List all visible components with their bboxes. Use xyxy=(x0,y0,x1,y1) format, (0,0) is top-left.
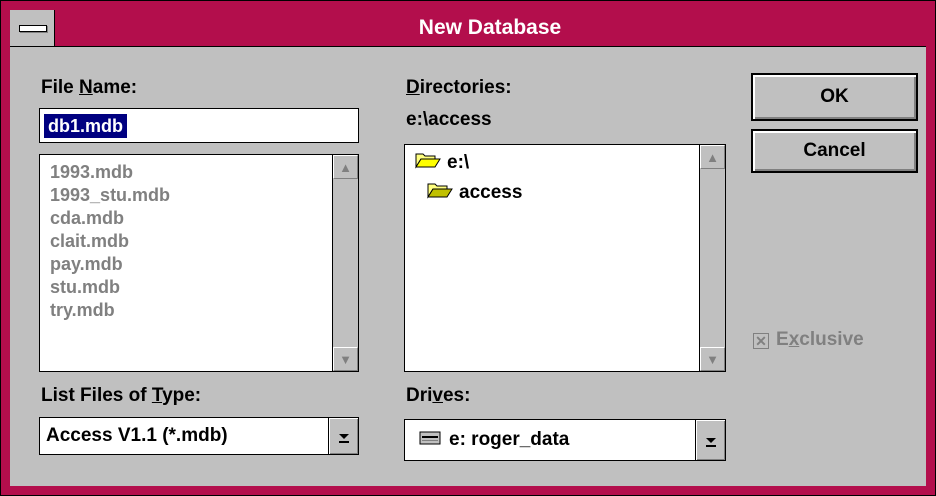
list-item[interactable]: pay.mdb xyxy=(40,253,358,276)
file-name-value: db1.mdb xyxy=(44,114,127,138)
file-name-label: File Name: xyxy=(41,77,138,98)
directory-list[interactable]: e:\ access ▲ ▼ xyxy=(404,144,726,372)
ok-button[interactable]: OK xyxy=(751,73,918,121)
drives-select[interactable]: e: roger_data xyxy=(404,419,726,461)
window-title: New Database xyxy=(418,16,562,39)
open-folder-icon xyxy=(415,151,441,175)
file-list-scrollbar[interactable]: ▲ ▼ xyxy=(332,155,358,371)
directory-list-scrollbar[interactable]: ▲ ▼ xyxy=(699,145,725,371)
list-item[interactable]: try.mdb xyxy=(40,299,358,322)
system-menu-button[interactable] xyxy=(10,10,55,46)
file-list[interactable]: 1993.mdb 1993_stu.mdb cda.mdb clait.mdb … xyxy=(39,154,359,372)
list-item[interactable]: 1993.mdb xyxy=(40,161,358,184)
drive-icon xyxy=(419,429,441,451)
dropdown-arrow-icon[interactable] xyxy=(328,418,358,454)
scroll-down-arrow-icon[interactable]: ▼ xyxy=(700,347,725,371)
file-type-value: Access V1.1 (*.mdb) xyxy=(46,425,228,446)
list-item[interactable]: cda.mdb xyxy=(40,207,358,230)
scroll-up-arrow-icon[interactable]: ▲ xyxy=(333,155,358,179)
system-menu-icon xyxy=(19,25,47,32)
new-database-dialog: New Database File Name: db1.mdb 1993.mdb… xyxy=(0,0,936,496)
directories-label: Directories: xyxy=(406,77,512,98)
title-bar[interactable]: New Database xyxy=(10,10,926,47)
list-item[interactable]: clait.mdb xyxy=(40,230,358,253)
directory-item[interactable]: access xyxy=(427,181,522,205)
exclusive-checkbox[interactable]: ✕ xyxy=(753,333,769,349)
file-type-select[interactable]: Access V1.1 (*.mdb) xyxy=(39,417,359,455)
exclusive-label: Exclusive xyxy=(776,329,864,350)
open-folder-icon xyxy=(427,181,453,205)
dropdown-arrow-icon[interactable] xyxy=(695,420,725,460)
file-name-input[interactable]: db1.mdb xyxy=(39,108,359,143)
directory-item[interactable]: e:\ xyxy=(415,151,469,175)
current-directory-path: e:\access xyxy=(406,109,492,130)
list-item[interactable]: stu.mdb xyxy=(40,276,358,299)
drives-value: e: roger_data xyxy=(449,429,570,450)
file-type-label: List Files of Type: xyxy=(41,385,202,406)
list-item[interactable]: 1993_stu.mdb xyxy=(40,184,358,207)
scroll-up-arrow-icon[interactable]: ▲ xyxy=(700,145,725,169)
cancel-button[interactable]: Cancel xyxy=(751,129,918,173)
drives-label: Drives: xyxy=(406,385,471,406)
scroll-down-arrow-icon[interactable]: ▼ xyxy=(333,347,358,371)
